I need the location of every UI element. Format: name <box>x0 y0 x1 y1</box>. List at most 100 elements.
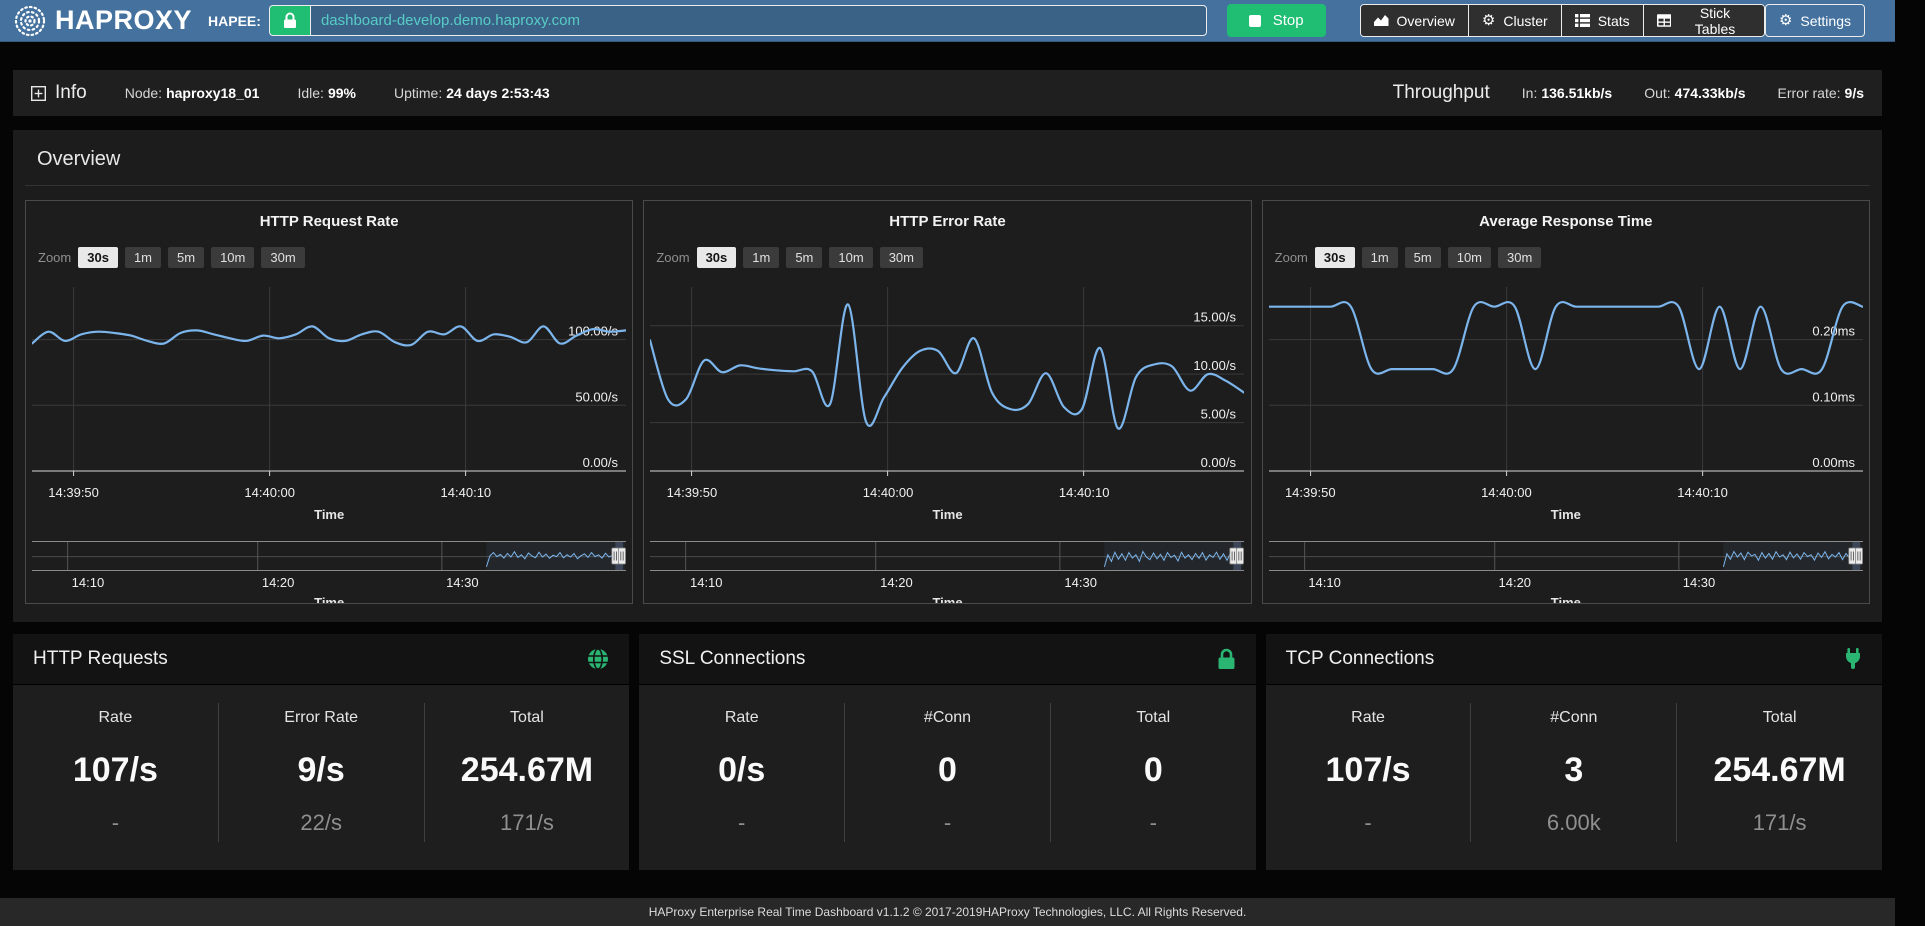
metric-sub-value: 6.00k <box>1471 810 1676 836</box>
zoom-30s-button[interactable]: 30s <box>697 247 737 268</box>
metric-label: #Conn <box>845 709 1050 727</box>
rate-column: Rate 107/s - <box>1266 703 1471 842</box>
idle-label: Idle: <box>297 85 323 101</box>
zoom-1m-button[interactable]: 1m <box>1362 247 1398 268</box>
chart-navigator[interactable] <box>32 541 626 571</box>
x-axis-labels: 14:39:5014:40:0014:40:10 <box>32 485 626 501</box>
navigator-handle-grip[interactable] <box>619 548 626 564</box>
cluster-button[interactable]: ⚙ Cluster <box>1468 5 1561 36</box>
navigator-tick-label: 14:20 <box>1499 575 1532 590</box>
chart-navigator[interactable] <box>650 541 1244 571</box>
info-title-label: Info <box>55 82 87 104</box>
metric-label: Error Rate <box>219 709 424 727</box>
overview-button[interactable]: Overview <box>1361 5 1468 36</box>
y-tick-label: 0.00ms <box>1812 455 1855 470</box>
zoom-10m-button[interactable]: 10m <box>829 247 872 268</box>
card-title: SSL Connections <box>659 648 805 670</box>
stick-tables-button[interactable]: Stick Tables <box>1643 5 1764 36</box>
navigator-tick-label: 14:10 <box>1308 575 1341 590</box>
in-value: 136.51kb/s <box>1541 85 1612 101</box>
x-tick-label: 14:40:10 <box>441 485 492 500</box>
navigator-axis-title: Time <box>26 595 632 604</box>
overview-button-label: Overview <box>1397 13 1455 29</box>
main-plot-svg: 0.00ms0.10ms0.20ms <box>1269 281 1863 481</box>
in-label: In: <box>1522 85 1538 101</box>
navigator-tick-label: 14:30 <box>1683 575 1716 590</box>
x-tick-label: 14:39:50 <box>667 485 718 500</box>
card-body: Rate 107/s - Error Rate 9/s 22/s Total 2… <box>13 685 629 870</box>
zoom-30m-button[interactable]: 30m <box>261 247 304 268</box>
list-icon <box>1575 14 1590 27</box>
zoom-30m-button[interactable]: 30m <box>880 247 923 268</box>
navigator-svg <box>1269 541 1863 571</box>
navigator-handle-grip[interactable] <box>612 548 619 564</box>
zoom-30s-button[interactable]: 30s <box>1315 247 1355 268</box>
navigator-tick-label: 14:20 <box>262 575 295 590</box>
zoom-30m-button[interactable]: 30m <box>1498 247 1541 268</box>
x-tick-label: 14:40:10 <box>1677 485 1728 500</box>
navigator-handle[interactable] <box>1848 548 1855 564</box>
metric-label: Total <box>1677 709 1882 727</box>
section-title: Overview <box>25 140 1870 186</box>
x-axis-title: Time <box>1263 507 1869 522</box>
navigator-handle-grip[interactable] <box>1230 548 1237 564</box>
stats-button[interactable]: Stats <box>1561 5 1643 36</box>
settings-button[interactable]: ⚙ Settings <box>1765 4 1865 37</box>
metric-sub-value: - <box>845 810 1050 836</box>
navigator-axis-labels: 14:10 14:20 14:30 <box>1269 575 1863 591</box>
navigator-handle[interactable] <box>619 548 626 564</box>
navigator-handle-grip[interactable] <box>1237 548 1244 564</box>
metric-sub-value: - <box>1266 810 1471 836</box>
stick-tables-button-label: Stick Tables <box>1679 5 1751 37</box>
zoom-1m-button[interactable]: 1m <box>125 247 161 268</box>
metric-sub-value: 171/s <box>425 810 630 836</box>
zoom-10m-button[interactable]: 10m <box>1448 247 1491 268</box>
navigator-handle-grip[interactable] <box>1855 548 1862 564</box>
hapee-url-group <box>269 5 1207 36</box>
http-error-rate-chart: HTTP Error Rate Zoom 30s 1m 5m 10m 30m 0… <box>643 200 1251 604</box>
haproxy-logo-icon <box>14 5 46 37</box>
y-tick-label: 0.10ms <box>1812 389 1855 404</box>
top-navbar: HAPROXY HAPEE: Stop Overview <box>0 0 1895 42</box>
chart-plot[interactable]: 0.00/s5.00/s10.00/s15.00/s <box>650 281 1244 481</box>
y-tick-label: 5.00/s <box>1201 407 1237 422</box>
zoom-1m-button[interactable]: 1m <box>743 247 779 268</box>
zoom-5m-button[interactable]: 5m <box>168 247 204 268</box>
chart-plot[interactable]: 0.00/s50.00/s100.00/s <box>32 281 626 481</box>
chart-title: Average Response Time <box>1263 213 1869 230</box>
gear-icon: ⚙ <box>1779 13 1792 28</box>
x-tick-label: 14:40:00 <box>1481 485 1532 500</box>
hapee-url-input[interactable] <box>310 5 1207 36</box>
metric-label: Total <box>1051 709 1256 727</box>
zoom-5m-button[interactable]: 5m <box>1405 247 1441 268</box>
hapee-label: HAPEE: <box>208 13 261 29</box>
navigator-handle[interactable] <box>1237 548 1244 564</box>
navigator-handle[interactable] <box>612 548 619 564</box>
navigator-tick-label: 14:10 <box>72 575 105 590</box>
chart-plot[interactable]: 0.00ms0.10ms0.20ms <box>1269 281 1863 481</box>
zoom-label: Zoom <box>38 250 71 265</box>
zoom-5m-button[interactable]: 5m <box>786 247 822 268</box>
lock-button[interactable] <box>269 5 310 36</box>
zoom-30s-button[interactable]: 30s <box>78 247 118 268</box>
node-value: haproxy18_01 <box>166 85 259 101</box>
info-toggle[interactable]: Info <box>31 82 87 104</box>
stop-button[interactable]: Stop <box>1227 4 1326 37</box>
http-request-rate-chart: HTTP Request Rate Zoom 30s 1m 5m 10m 30m… <box>25 200 633 604</box>
footer: HAProxy Enterprise Real Time Dashboard v… <box>0 898 1895 926</box>
chart-navigator[interactable] <box>1269 541 1863 571</box>
navigator-handle[interactable] <box>1855 548 1862 564</box>
throughput-title: Throughput <box>1393 82 1490 104</box>
zoom-range-selector: Zoom 30s 1m 5m 10m 30m <box>656 247 923 268</box>
metric-sub-value: - <box>1051 810 1256 836</box>
series-line <box>32 326 626 345</box>
series-line <box>650 304 1244 428</box>
lock-icon <box>1217 648 1236 670</box>
navigator-tick-label: 14:10 <box>690 575 723 590</box>
navigator-handle[interactable] <box>1230 548 1237 564</box>
metric-value: 254.67M <box>425 751 630 790</box>
navigator-handle-grip[interactable] <box>1848 548 1855 564</box>
uptime-field: Uptime:24 days 2:53:43 <box>394 85 550 101</box>
y-tick-label: 10.00/s <box>1194 358 1237 373</box>
zoom-10m-button[interactable]: 10m <box>211 247 254 268</box>
